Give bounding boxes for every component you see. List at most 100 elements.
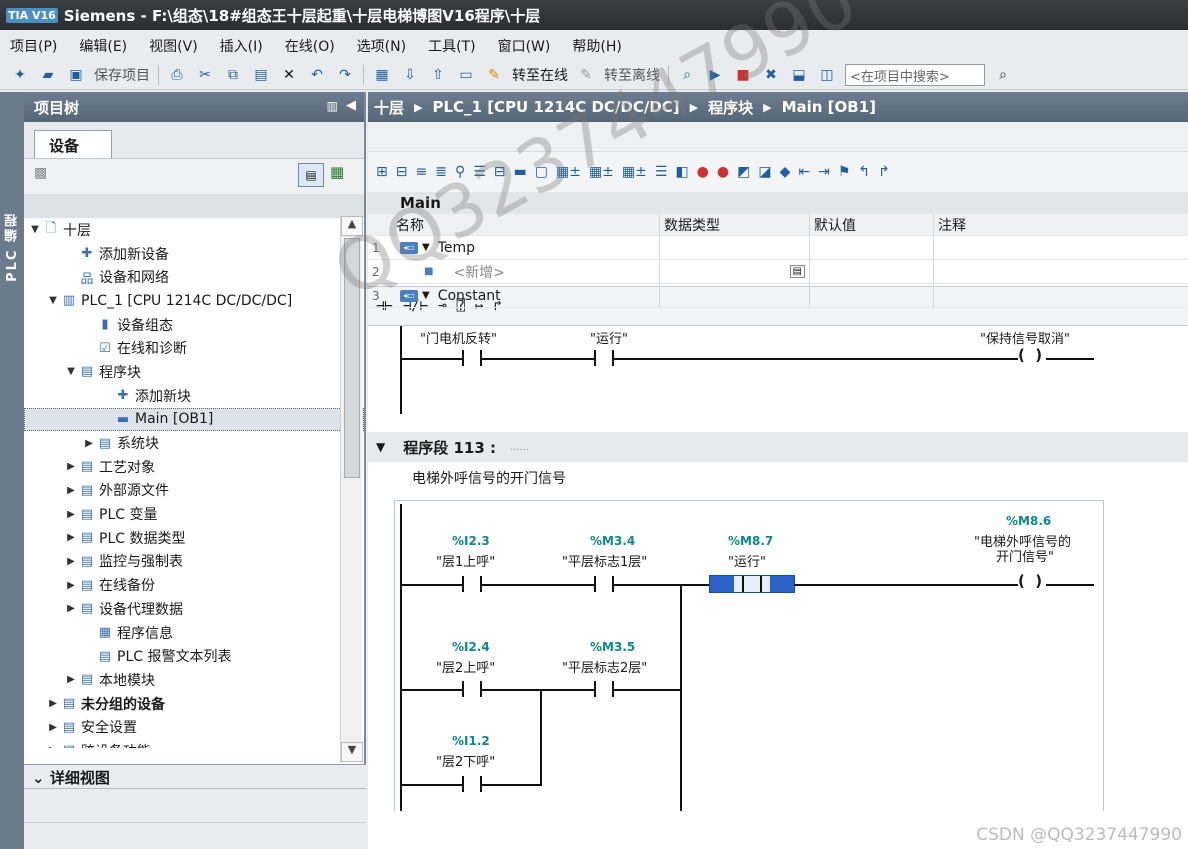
symbolic-operand-icon[interactable]: ▦± [589, 164, 614, 180]
add-row-icon[interactable]: ≣ [435, 164, 447, 180]
comment-icon[interactable]: ▢ [535, 164, 548, 180]
tree-item[interactable]: ▶ ▤ 设备代理数据 [24, 597, 364, 621]
detail-view-header[interactable]: ⌄ 详细视图 [24, 765, 366, 789]
start-cpu-icon[interactable]: ▶ [705, 65, 725, 85]
menu-view[interactable]: 视图(V) [149, 36, 198, 56]
go-to-error-icon[interactable]: ● [697, 164, 709, 180]
row-default-cell[interactable] [810, 235, 934, 260]
go-online-button[interactable]: 转至在线 [512, 65, 568, 85]
tree-item[interactable]: 品设备和网络 [24, 265, 364, 289]
expand-right-icon[interactable]: ▶ [82, 438, 96, 449]
split-horizontal-icon[interactable]: ⬓ [789, 65, 809, 85]
monitor-icon[interactable]: ⚲ [455, 164, 465, 180]
tree-item[interactable]: ✚ 添加新块 [24, 384, 364, 408]
search-go-icon[interactable]: ⌕ [993, 65, 1013, 85]
tree-item[interactable]: ▶ ▤ 安全设置 [24, 715, 364, 739]
open-block-icon[interactable]: ◆ [780, 164, 791, 180]
expand-all-icon[interactable]: ⊟ [494, 164, 506, 180]
tree-scrollbar[interactable]: ▲ ▼ [340, 216, 363, 762]
delete-icon[interactable]: ✕ [279, 65, 299, 85]
stop-cpu-icon[interactable]: ■ [733, 65, 753, 85]
tree-item[interactable]: ▶ ▤ 未分组的设备 [24, 692, 364, 716]
paste-icon[interactable]: ▤ [251, 65, 271, 85]
tree-item[interactable]: ▶ ▤ 在线备份 [24, 573, 364, 597]
copy-icon[interactable]: ⧉ [223, 65, 243, 85]
table-row[interactable]: 1 ◂▭ ▼ Temp [368, 235, 1188, 260]
load-snapshot-icon[interactable]: ◩ [737, 164, 750, 180]
insert-row-icon[interactable]: ≡ [415, 164, 427, 180]
tree-item[interactable]: ▶ ▤ 工艺对象 [24, 455, 364, 479]
favorites-icon[interactable]: ☰ [655, 164, 668, 180]
tree-item[interactable]: ▶ ▤ 监控与强制表 [24, 550, 364, 574]
row-comment-cell[interactable] [934, 236, 1188, 260]
tree-item[interactable]: ▬ Main [OB1] [24, 407, 364, 432]
tree-item[interactable]: ▼ 🗋 十层 [24, 218, 364, 242]
breadcrumb-plc[interactable]: PLC_1 [CPU 1214C DC/DC/DC] [432, 98, 679, 116]
redo-icon[interactable]: ↷ [335, 65, 355, 85]
scroll-up-icon[interactable]: ▲ [341, 216, 363, 236]
snapshot-icon[interactable]: ◧ [675, 164, 688, 180]
tree-item[interactable]: ✚ 添加新设备 [24, 242, 364, 266]
pin-icon[interactable]: ▥ [327, 99, 338, 113]
save-project-button[interactable]: 保存项目 [94, 65, 150, 85]
tree-properties-icon[interactable]: ▩ [34, 165, 47, 181]
expand-right-icon[interactable]: ▶ [64, 509, 78, 520]
tree-item[interactable]: ☑ 在线和诊断 [24, 336, 364, 360]
tree-item[interactable]: ▤ PLC 报警文本列表 [24, 644, 364, 668]
tree-item[interactable]: ▶ ▤ PLC 数据类型 [24, 526, 364, 550]
tree-item[interactable]: ▶ ▤ 本地模块 [24, 668, 364, 692]
breadcrumb-main-ob1[interactable]: Main [OB1] [782, 98, 876, 116]
align-icon[interactable]: ☰ [473, 164, 486, 180]
bookmark-icon[interactable]: ⚑ [838, 164, 851, 180]
col-datatype-header[interactable]: 数据类型 [660, 213, 810, 236]
row-name-cell[interactable]: ◂▭ ▼ Constant [396, 283, 660, 308]
breadcrumb-program-blocks[interactable]: 程序块 [708, 97, 753, 118]
menu-online[interactable]: 在线(O) [285, 36, 335, 56]
tab-devices[interactable]: 设备 [34, 130, 112, 158]
expand-right-icon[interactable]: ▶ [64, 603, 78, 614]
expand-right-icon[interactable]: ▶ [46, 745, 60, 748]
project-search-input[interactable]: <在项目中搜索> [845, 63, 985, 86]
prev-bookmark-icon[interactable]: ↰ [858, 164, 870, 180]
download-icon[interactable]: ⇩ [400, 65, 420, 85]
operand-display-icon[interactable]: ▦± [622, 164, 647, 180]
menu-insert[interactable]: 插入(I) [220, 36, 263, 56]
expand-right-icon[interactable]: ▶ [64, 674, 78, 685]
network-113-header[interactable]: ▼ 程序段 113 : ...... [368, 432, 1188, 462]
row-comment-cell[interactable] [934, 284, 1188, 308]
expand-right-icon[interactable]: ▶ [46, 698, 60, 709]
expand-right-icon[interactable]: ▶ [64, 532, 78, 543]
save-icon[interactable]: ▣ [66, 65, 86, 85]
menu-project[interactable]: 项目(P) [10, 36, 57, 56]
row-twisty[interactable]: ▼ [422, 242, 430, 253]
table-row[interactable]: 2 ■ <新增> ▤ [368, 259, 1188, 284]
network-comment[interactable]: 电梯外呼信号的开门信号 [412, 468, 566, 488]
split-vertical-icon[interactable]: ◫ [817, 65, 837, 85]
plc-programming-strip[interactable]: PLC 编程 [0, 92, 24, 849]
open-project-icon[interactable]: ▰ [38, 65, 58, 85]
collapse-all-icon[interactable]: ▬ [514, 164, 527, 180]
tree-list-view-icon[interactable]: ▤ [298, 163, 324, 187]
copy-snapshot-icon[interactable]: ◪ [758, 164, 771, 180]
insert-network-icon[interactable]: ⊞ [376, 164, 388, 180]
no-contact[interactable] [734, 576, 770, 592]
scroll-down-icon[interactable]: ▼ [341, 742, 363, 762]
row-name-cell[interactable]: ■ <新增> [396, 259, 660, 284]
cross-reference-icon[interactable]: ✖ [761, 65, 781, 85]
row-datatype-cell[interactable]: ▤ [660, 259, 810, 284]
col-default-header[interactable]: 默认值 [810, 213, 934, 236]
delete-network-icon[interactable]: ⊟ [396, 164, 408, 180]
go-online-icon[interactable]: ✎ [484, 65, 504, 85]
cut-icon[interactable]: ✂ [195, 65, 215, 85]
scroll-thumb[interactable] [344, 238, 360, 478]
outdent-icon[interactable]: ⇥ [818, 164, 830, 180]
tree-item[interactable]: ▼ ▤ 程序块 [24, 360, 364, 384]
row-default-cell[interactable] [810, 259, 934, 284]
row-comment-cell[interactable] [934, 260, 1188, 284]
expand-right-icon[interactable]: ▶ [64, 580, 78, 591]
indent-icon[interactable]: ⇤ [798, 164, 810, 180]
accessible-devices-icon[interactable]: ⌕ [677, 65, 697, 85]
datatype-picker-icon[interactable]: ▤ [789, 265, 805, 278]
table-row[interactable]: 3 ◂▭ ▼ Constant [368, 283, 1188, 308]
tree-item[interactable]: ▶▤跨设备功能 [24, 739, 364, 748]
